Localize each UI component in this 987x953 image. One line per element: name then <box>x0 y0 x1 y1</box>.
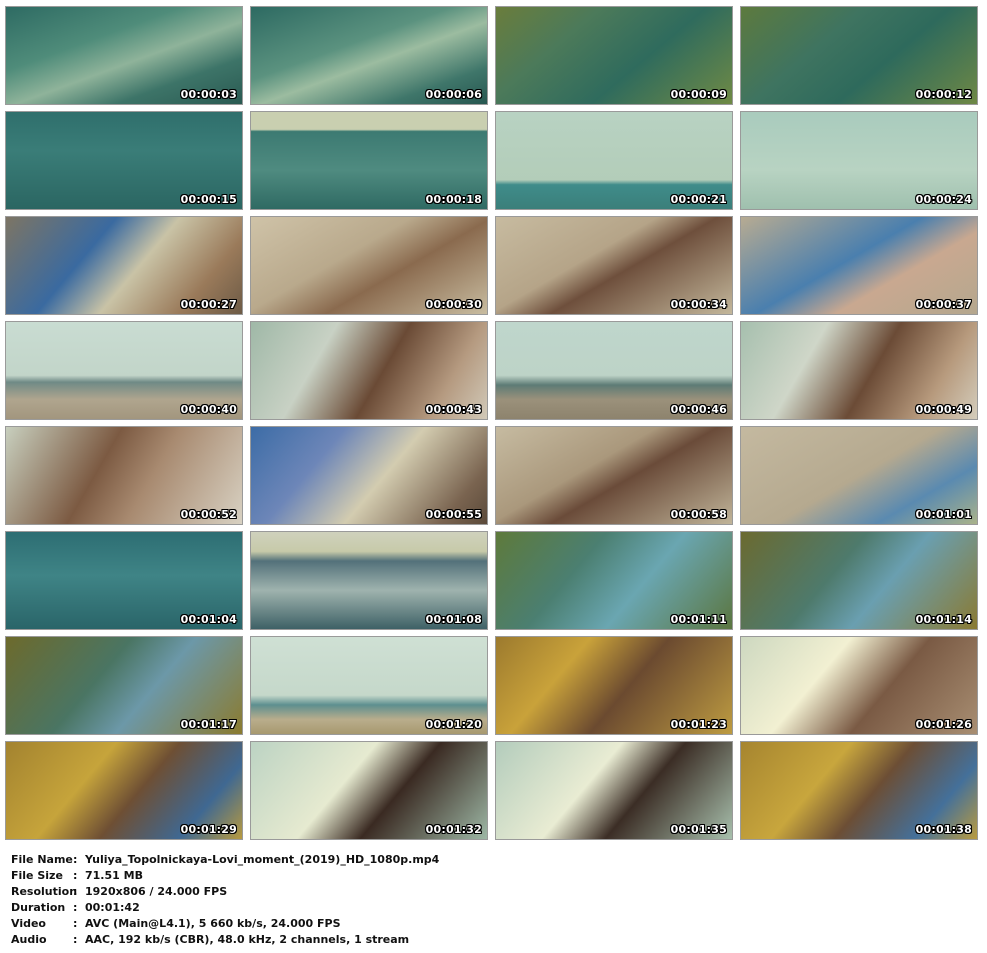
thumbnail-timestamp: 00:00:18 <box>425 193 482 206</box>
thumbnail-timestamp: 00:00:34 <box>670 298 727 311</box>
file-info-value: AAC, 192 kb/s (CBR), 48.0 kHz, 2 channel… <box>85 933 410 946</box>
video-thumbnail: 00:00:43 <box>250 321 488 420</box>
thumbnail-timestamp: 00:00:46 <box>670 403 727 416</box>
video-thumbnail: 00:01:23 <box>495 636 733 735</box>
video-thumbnail: 00:00:03 <box>5 6 243 105</box>
video-thumbnail: 00:00:09 <box>495 6 733 105</box>
video-thumbnail: 00:00:34 <box>495 216 733 315</box>
video-thumbnail: 00:01:32 <box>250 741 488 840</box>
thumbnail-timestamp: 00:00:55 <box>425 508 482 521</box>
video-thumbnail: 00:00:40 <box>5 321 243 420</box>
thumbnail-timestamp: 00:00:52 <box>180 508 237 521</box>
video-thumbnail: 00:00:37 <box>740 216 978 315</box>
file-info-label: Video <box>11 917 46 930</box>
video-thumbnail: 00:01:29 <box>5 741 243 840</box>
thumbnail-timestamp: 00:00:27 <box>180 298 237 311</box>
file-info-label: Duration <box>11 901 66 914</box>
thumbnail-timestamp: 00:01:11 <box>670 613 727 626</box>
file-info-row: File Size:71.51 MB <box>11 868 439 884</box>
video-thumbnail: 00:00:15 <box>5 111 243 210</box>
file-info-separator: : <box>73 853 78 866</box>
thumbnail-timestamp: 00:00:58 <box>670 508 727 521</box>
thumbnail-timestamp: 00:01:35 <box>670 823 727 836</box>
file-info-row: Audio: AAC, 192 kb/s (CBR), 48.0 kHz, 2 c… <box>11 932 439 948</box>
thumbnail-timestamp: 00:01:20 <box>425 718 482 731</box>
video-thumbnail: 00:00:52 <box>5 426 243 525</box>
file-info-separator: : <box>73 917 78 930</box>
video-thumbnail: 00:01:11 <box>495 531 733 630</box>
file-info-row: Resolution: 1920x806 / 24.000 FPS <box>11 884 439 900</box>
thumbnail-timestamp: 00:00:09 <box>670 88 727 101</box>
thumbnail-timestamp: 00:01:14 <box>915 613 972 626</box>
thumbnail-timestamp: 00:00:30 <box>425 298 482 311</box>
thumbnail-timestamp: 00:01:38 <box>915 823 972 836</box>
file-info-separator: : <box>73 901 78 914</box>
thumbnail-timestamp: 00:00:24 <box>915 193 972 206</box>
file-info-label: Resolution <box>11 885 78 898</box>
file-info-label: File Name <box>11 853 73 866</box>
video-thumbnail: 00:00:49 <box>740 321 978 420</box>
file-info-label: Audio <box>11 933 47 946</box>
video-thumbnail: 00:00:55 <box>250 426 488 525</box>
thumbnail-timestamp: 00:01:08 <box>425 613 482 626</box>
video-thumbnail: 00:00:46 <box>495 321 733 420</box>
video-thumbnail: 00:01:17 <box>5 636 243 735</box>
video-thumbnail: 00:00:24 <box>740 111 978 210</box>
video-thumbnail: 00:01:08 <box>250 531 488 630</box>
thumbnail-timestamp: 00:00:43 <box>425 403 482 416</box>
file-info-panel: File Name: Yuliya_Topolnickaya-Lovi_momen… <box>11 852 439 948</box>
thumbnail-timestamp: 00:00:12 <box>915 88 972 101</box>
video-thumbnail: 00:00:58 <box>495 426 733 525</box>
thumbnail-timestamp: 00:00:21 <box>670 193 727 206</box>
video-thumbnail: 00:01:04 <box>5 531 243 630</box>
thumbnail-timestamp: 00:00:03 <box>180 88 237 101</box>
thumbnail-timestamp: 00:01:01 <box>915 508 972 521</box>
video-thumbnail: 00:00:30 <box>250 216 488 315</box>
file-info-row: File Name: Yuliya_Topolnickaya-Lovi_momen… <box>11 852 439 868</box>
video-thumbnail: 00:01:38 <box>740 741 978 840</box>
thumbnail-timestamp: 00:01:17 <box>180 718 237 731</box>
video-thumbnail: 00:01:01 <box>740 426 978 525</box>
video-thumbnail: 00:01:20 <box>250 636 488 735</box>
video-thumbnail: 00:00:06 <box>250 6 488 105</box>
thumbnail-timestamp: 00:00:06 <box>425 88 482 101</box>
thumbnail-grid: 00:00:03 00:00:06 00:00:09 00:00:12 00:00:15… <box>5 6 982 843</box>
video-thumbnail: 00:00:12 <box>740 6 978 105</box>
thumbnail-timestamp: 00:01:29 <box>180 823 237 836</box>
file-info-value: Yuliya_Topolnickaya-Lovi_moment_(2019)_H… <box>85 853 440 866</box>
thumbnail-timestamp: 00:00:40 <box>180 403 237 416</box>
thumbnail-timestamp: 00:00:37 <box>915 298 972 311</box>
thumbnail-timestamp: 00:01:26 <box>915 718 972 731</box>
video-thumbnail: 00:01:26 <box>740 636 978 735</box>
video-thumbnail: 00:00:27 <box>5 216 243 315</box>
thumbnail-timestamp: 00:00:49 <box>915 403 972 416</box>
video-thumbnail: 00:01:14 <box>740 531 978 630</box>
file-info-value: AVC (Main@L4.1), 5 660 kb/s, 24.000 FPS <box>85 917 341 930</box>
file-info-separator: : <box>73 933 78 946</box>
file-info-separator: : <box>73 885 78 898</box>
file-info-row: Duration:00:01:42 <box>11 900 439 916</box>
file-info-value: 71.51 MB <box>85 869 143 882</box>
video-thumbnail: 00:00:21 <box>495 111 733 210</box>
thumbnail-timestamp: 00:01:32 <box>425 823 482 836</box>
thumbnail-timestamp: 00:01:04 <box>180 613 237 626</box>
file-info-separator: : <box>73 869 78 882</box>
thumbnail-timestamp: 00:01:23 <box>670 718 727 731</box>
file-info-value: 1920x806 / 24.000 FPS <box>85 885 228 898</box>
video-thumbnail: 00:01:35 <box>495 741 733 840</box>
file-info-label: File Size <box>11 869 63 882</box>
file-info-row: Video: AVC (Main@L4.1), 5 660 kb/s, 24.00… <box>11 916 439 932</box>
thumbnail-timestamp: 00:00:15 <box>180 193 237 206</box>
file-info-value: 00:01:42 <box>85 901 140 914</box>
video-thumbnail: 00:00:18 <box>250 111 488 210</box>
